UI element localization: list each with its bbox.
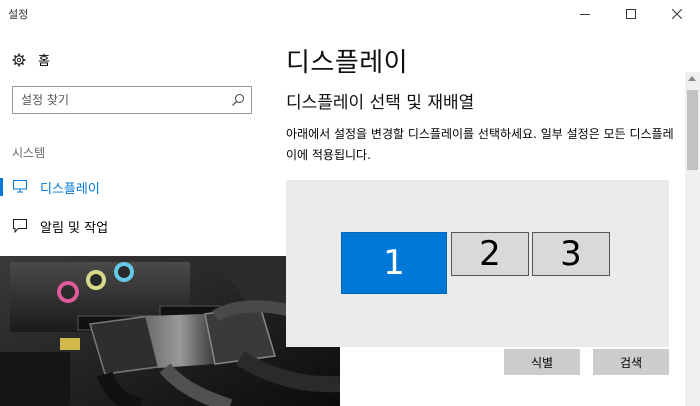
sidebar-item-label: 디스플레이 (40, 182, 100, 197)
minimize-icon (580, 14, 590, 15)
sidebar-item-notifications[interactable]: 알림 및 작업 (0, 211, 260, 241)
scroll-up-icon[interactable] (688, 76, 696, 81)
page-title: 디스플레이 (286, 48, 409, 78)
gear-icon (12, 53, 26, 66)
search-box[interactable] (12, 86, 252, 114)
close-icon (672, 9, 682, 19)
maximize-button[interactable] (608, 0, 654, 28)
section-heading: 디스플레이 선택 및 재배열 (286, 93, 475, 113)
sidebar-item-display[interactable]: 디스플레이 (0, 172, 260, 202)
detect-button[interactable]: 검색 (593, 349, 669, 375)
home-label: 홈 (38, 54, 50, 69)
display-2[interactable]: 2 (451, 232, 529, 276)
scrollbar-thumb[interactable] (687, 90, 698, 170)
notification-icon (13, 219, 27, 233)
close-button[interactable] (654, 0, 700, 28)
active-indicator (0, 178, 3, 196)
section-label-system: 시스템 (12, 146, 46, 160)
display-arrangement-area[interactable]: 1 2 3 (286, 180, 669, 347)
display-number: 3 (560, 234, 582, 274)
display-1[interactable]: 1 (341, 232, 447, 294)
maximize-icon (626, 9, 636, 19)
search-input[interactable] (21, 91, 221, 109)
sidebar-item-label: 알림 및 작업 (40, 221, 109, 236)
home-link[interactable]: 홈 (12, 50, 50, 69)
display-3[interactable]: 3 (532, 232, 610, 276)
scrollbar[interactable] (685, 72, 700, 406)
title-bar: 설정 (0, 0, 700, 28)
main-content: 디스플레이 디스플레이 선택 및 재배열 아래에서 설정을 변경할 디스플레이를… (270, 28, 685, 406)
minimize-button[interactable] (562, 0, 608, 28)
display-number: 2 (479, 234, 501, 274)
window-title: 설정 (8, 8, 29, 21)
search-icon[interactable] (231, 93, 245, 107)
description-text: 아래에서 설정을 변경할 디스플레이를 선택하세요. 일부 설정은 모든 디스플… (286, 127, 674, 162)
monitor-icon (13, 180, 27, 193)
identify-button[interactable]: 식별 (504, 349, 580, 375)
display-number: 1 (383, 243, 405, 283)
